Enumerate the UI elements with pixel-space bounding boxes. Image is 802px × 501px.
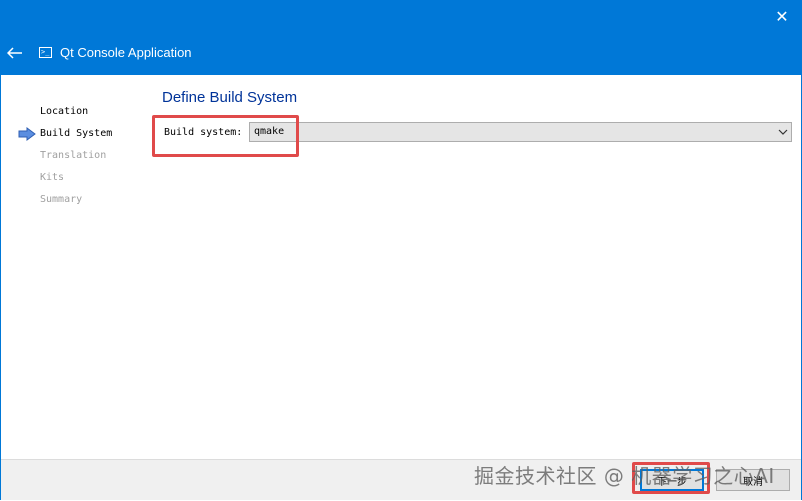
highlight-box-build-system [152,115,299,157]
console-app-icon: >_ [39,47,52,58]
window-title: Qt Console Application [60,45,192,60]
current-step-arrow-icon [18,127,36,141]
close-icon: ✕ [775,6,789,26]
step-location: Location [40,106,89,117]
step-build-system: Build System [40,128,113,139]
title-bar: ✕ >_ Qt Console Application [0,0,802,75]
step-translation: Translation [40,150,107,161]
step-kits: Kits [40,172,65,183]
watermark: 掘金技术社区 @ 机器学习之心AI [474,464,775,488]
back-arrow-icon [7,47,22,59]
back-button[interactable] [5,44,25,62]
build-system-select[interactable]: qmake [249,122,792,142]
step-summary: Summary [40,194,83,205]
chevron-down-icon [778,129,788,135]
close-button[interactable]: ✕ [768,2,796,30]
page-title: Define Build System [162,89,298,106]
